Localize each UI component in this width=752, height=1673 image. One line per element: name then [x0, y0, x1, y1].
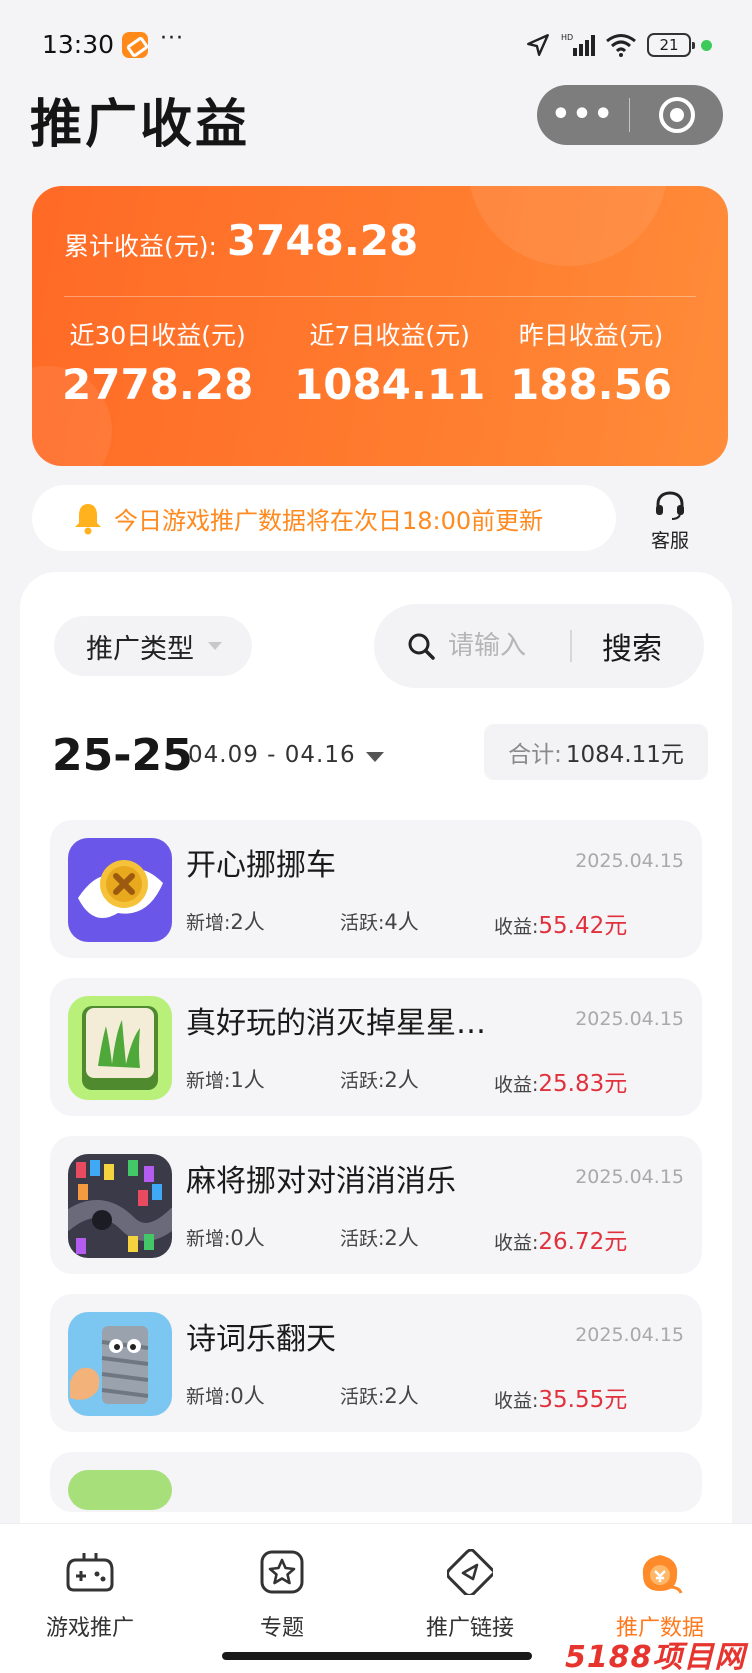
customer-service-label: 客服: [650, 530, 689, 552]
data-panel: 推广类型 搜索 25-25 04.09 - 04.16 合计: 1084.11元…: [20, 572, 732, 1672]
list-item[interactable]: 诗词乐翻天 2025.04.15 新增:0人 活跃:2人 收益:35.55元: [50, 1294, 702, 1432]
game-icon-mahjong: [68, 1154, 172, 1258]
stat-value: 1084.11: [294, 360, 486, 409]
range-total-badge: 合计: 1084.11元: [484, 724, 708, 780]
new-users: 新增:0人: [186, 1226, 265, 1250]
promotion-type-dropdown[interactable]: 推广类型: [54, 616, 252, 676]
game-icon: [68, 1470, 172, 1510]
range-total-value: 1084.11元: [565, 742, 684, 768]
list-item[interactable]: 真好玩的消灭掉星星… 2025.04.15 新增:1人 活跃:2人 收益:25.…: [50, 978, 702, 1116]
list-item[interactable]: 麻将挪对对消消消乐 2025.04.15 新增:0人 活跃:2人 收益:26.7…: [50, 1136, 702, 1274]
game-name: 诗词乐翻天: [186, 1322, 336, 1357]
headset-icon: [656, 491, 684, 520]
bell-icon: [75, 504, 101, 535]
more-button[interactable]: •••: [537, 87, 629, 143]
game-list: 开心挪挪车 2025.04.15 新增:2人 活跃:4人 收益:55.42元 真…: [50, 820, 702, 1532]
notice-text: 今日游戏推广数据将在次日18:00前更新: [114, 506, 544, 535]
search-bar: 搜索: [374, 604, 704, 688]
link-icon: [380, 1544, 560, 1600]
game-name: 真好玩的消灭掉星星…: [186, 1006, 486, 1041]
promotion-type-label: 推广类型: [86, 633, 194, 665]
active-users: 活跃:4人: [340, 910, 419, 934]
battery-icon: 21: [647, 33, 695, 57]
stat-label: 近7日收益(元): [309, 321, 470, 350]
date-range-title: 25-25: [52, 730, 193, 781]
game-earnings: 收益:26.72元: [494, 1229, 628, 1255]
game-date: 2025.04.15: [575, 1166, 684, 1188]
location-icon: [527, 34, 549, 56]
new-users: 新增:1人: [186, 1068, 265, 1092]
game-earnings: 收益:25.83元: [494, 1071, 628, 1097]
divider: [64, 296, 696, 297]
search-icon: [408, 633, 435, 660]
range-total-label: 合计:: [508, 742, 562, 768]
new-users: 新增:2人: [186, 910, 265, 934]
tab-label: 推广链接: [425, 1616, 514, 1641]
game-earnings: 收益:55.42元: [494, 913, 628, 939]
game-icon-car: [68, 838, 172, 942]
earnings-card: 累计收益(元): 3748.28 近30日收益(元) 2778.28 近7日收益…: [32, 186, 728, 466]
search-button[interactable]: 搜索: [602, 624, 662, 668]
list-item[interactable]: 开心挪挪车 2025.04.15 新增:2人 活跃:4人 收益:55.42元: [50, 820, 702, 958]
caret-down-icon: [208, 642, 222, 650]
game-date: 2025.04.15: [575, 850, 684, 872]
search-input[interactable]: [448, 631, 558, 661]
tab-game-promotion[interactable]: 游戏推广: [0, 1544, 180, 1642]
app-notification-icon: [122, 32, 148, 58]
status-bar: 13:30 ··· HD 21: [0, 0, 752, 90]
close-miniapp-button[interactable]: [630, 97, 723, 133]
game-icon-grass-tile: [68, 996, 172, 1100]
status-time: 13:30: [42, 30, 115, 59]
game-name: 开心挪挪车: [186, 848, 336, 883]
active-users: 活跃:2人: [340, 1384, 419, 1408]
stat-30-days: 近30日收益(元) 2778.28: [62, 316, 253, 409]
decor-circle: [468, 186, 668, 266]
total-earnings-label: 累计收益(元):: [64, 232, 217, 261]
search-divider: [570, 630, 572, 662]
star-icon: [192, 1544, 372, 1600]
miniapp-capsule: •••: [537, 85, 723, 145]
privacy-dot: [701, 39, 712, 51]
home-indicator[interactable]: [222, 1652, 532, 1660]
target-icon: [658, 97, 695, 133]
tab-promotion-link[interactable]: 推广链接: [380, 1544, 560, 1642]
stat-7-days: 近7日收益(元) 1084.11: [294, 316, 485, 409]
status-more-icon: ···: [160, 26, 184, 51]
date-range-selector[interactable]: 04.09 - 04.16: [188, 742, 356, 768]
stat-value: 2778.28: [62, 360, 254, 409]
tab-topics[interactable]: 专题: [192, 1544, 372, 1642]
status-icons: HD 21: [525, 32, 712, 58]
wifi-icon: [606, 34, 636, 57]
tab-label: 游戏推广: [45, 1616, 134, 1641]
data-icon: [570, 1544, 750, 1600]
watermark: 5188项目网: [565, 1640, 746, 1673]
svg-text:HD: HD: [561, 33, 573, 42]
list-item[interactable]: [50, 1452, 702, 1512]
tab-promotion-data[interactable]: 推广数据: [570, 1544, 750, 1642]
caret-down-icon[interactable]: [366, 752, 384, 762]
stat-value: 188.56: [510, 360, 673, 409]
signal-icon: HD: [561, 33, 595, 56]
customer-service-button[interactable]: 客服: [642, 490, 698, 553]
gamepad-icon: [0, 1544, 180, 1600]
stat-label: 昨日收益(元): [518, 321, 664, 350]
total-earnings-value: 3748.28: [226, 216, 419, 265]
update-notice: 今日游戏推广数据将在次日18:00前更新: [32, 485, 616, 551]
game-name: 麻将挪对对消消消乐: [186, 1164, 456, 1199]
game-date: 2025.04.15: [575, 1324, 684, 1346]
stat-label: 近30日收益(元): [69, 321, 246, 350]
stat-yesterday: 昨日收益(元) 188.56: [510, 316, 672, 409]
tab-label: 专题: [259, 1616, 304, 1641]
active-users: 活跃:2人: [340, 1226, 419, 1250]
active-users: 活跃:2人: [340, 1068, 419, 1092]
page-title: 推广收益: [30, 95, 251, 155]
game-date: 2025.04.15: [575, 1008, 684, 1030]
new-users: 新增:0人: [186, 1384, 265, 1408]
game-earnings: 收益:35.55元: [494, 1387, 628, 1413]
total-earnings: 累计收益(元): 3748.28: [64, 216, 418, 265]
game-icon-screw-character: [68, 1312, 172, 1416]
